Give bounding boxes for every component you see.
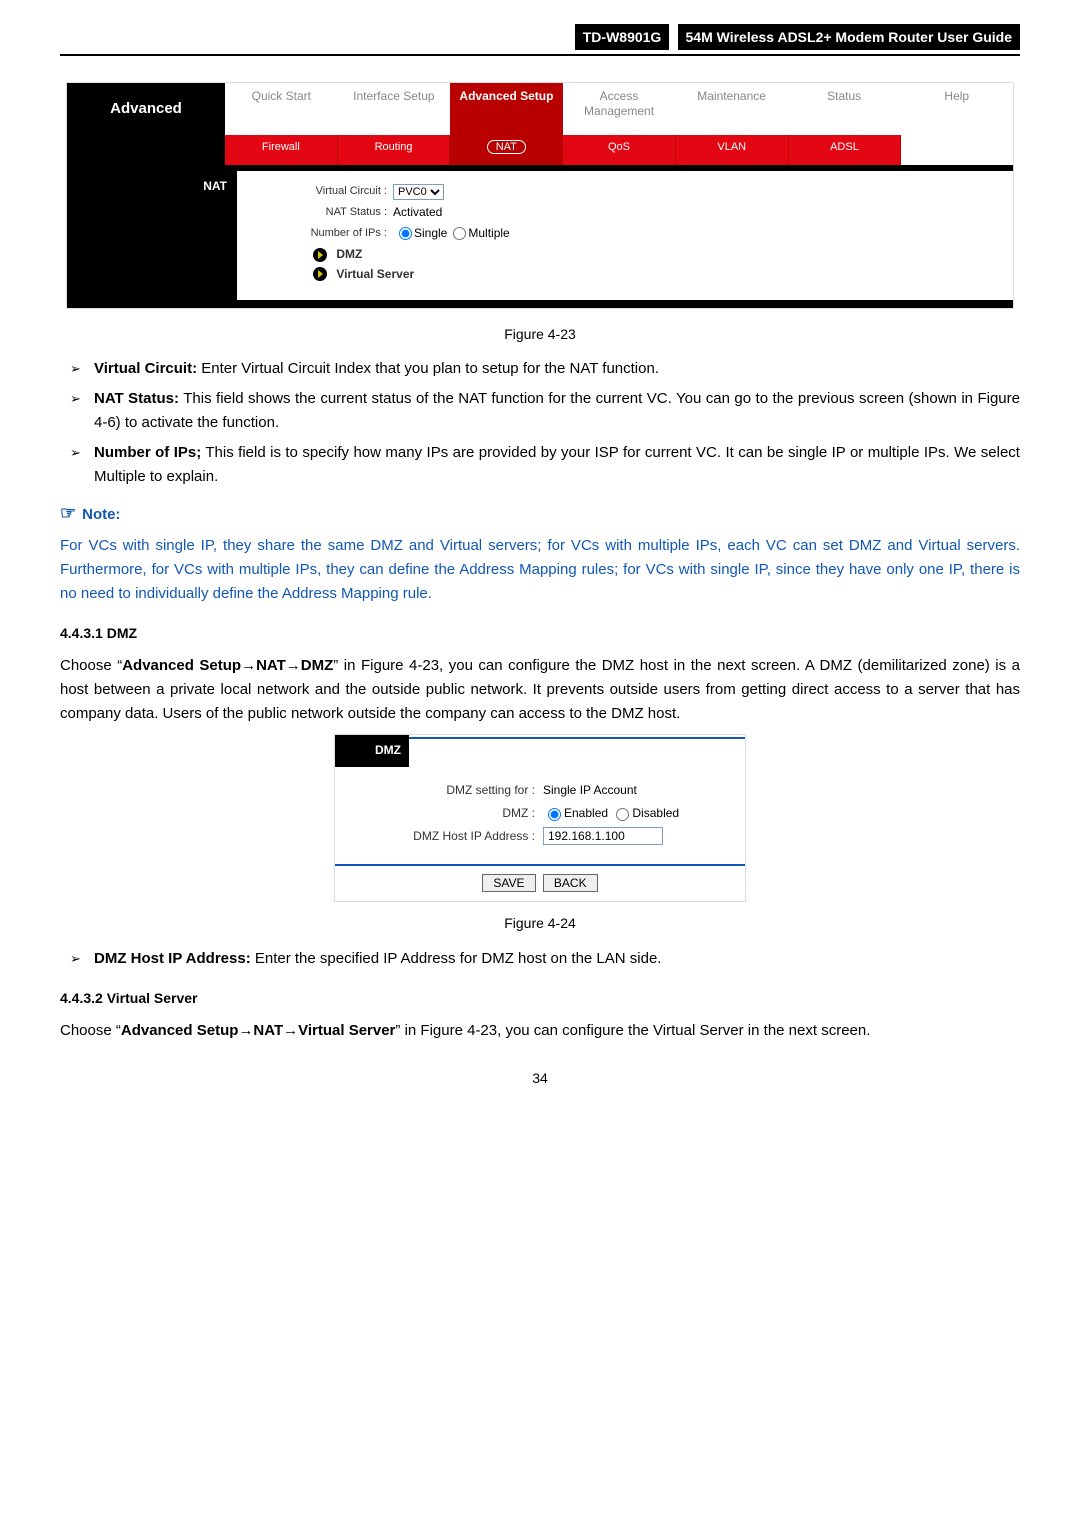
heading-dmz: 4.4.3.1 DMZ <box>60 622 1020 644</box>
link-virtual-server[interactable]: Virtual Server <box>313 265 1003 284</box>
screenshot-dmz-page: DMZ DMZ setting for : Single IP Account … <box>334 734 746 902</box>
note-header: ☞Note: <box>60 499 1020 528</box>
dmz-label: DMZ : <box>345 804 543 823</box>
dmz-host-ip-input[interactable] <box>543 827 663 845</box>
fig23-bullets: Virtual Circuit: Enter Virtual Circuit I… <box>60 357 1020 489</box>
nat-body: NAT Virtual Circuit : PVC0 NAT Status : … <box>67 171 1013 299</box>
figure-23-caption: Figure 4-23 <box>60 323 1020 345</box>
bullet-number-of-ips: Number of IPs; This field is to specify … <box>70 441 1020 489</box>
model-badge: TD-W8901G <box>575 24 670 50</box>
guide-title: 54M Wireless ADSL2+ Modem Router User Gu… <box>678 24 1021 50</box>
page-number: 34 <box>60 1067 1020 1089</box>
section-label: NAT <box>67 171 237 299</box>
note-body: For VCs with single IP, they share the s… <box>60 534 1020 606</box>
dmz-side-label: DMZ <box>335 735 409 766</box>
dmz-paragraph: Choose “Advanced Setup→NAT→DMZ” in Figur… <box>60 654 1020 726</box>
link-dmz[interactable]: DMZ <box>313 245 1003 264</box>
subnav-adsl[interactable]: ADSL <box>789 135 902 165</box>
document-header: TD-W8901G 54M Wireless ADSL2+ Modem Rout… <box>60 24 1020 56</box>
screenshot-nat-page: Advanced Quick Start Interface Setup Adv… <box>66 82 1014 308</box>
subnav-vlan[interactable]: VLAN <box>676 135 789 165</box>
nav-status[interactable]: Status <box>788 83 901 135</box>
bullet-nat-status: NAT Status: This field shows the current… <box>70 387 1020 435</box>
subnav-spacer <box>901 135 1013 165</box>
nat-status-value: Activated <box>393 203 442 222</box>
subnav-nat[interactable]: NAT <box>450 135 563 165</box>
radio-multiple-label: Multiple <box>468 224 509 243</box>
nav-interface-setup[interactable]: Interface Setup <box>338 83 451 135</box>
nav-help[interactable]: Help <box>900 83 1013 135</box>
radio-disabled[interactable] <box>616 808 629 821</box>
virtual-circuit-select[interactable]: PVC0 <box>393 184 444 200</box>
dmz-header-line <box>409 737 745 766</box>
back-button[interactable]: BACK <box>543 874 598 892</box>
radio-enabled[interactable] <box>548 808 561 821</box>
dmz-setting-for-label: DMZ setting for : <box>345 781 543 800</box>
bullet-dmz-host-ip: DMZ Host IP Address: Enter the specified… <box>70 947 1020 971</box>
fig24-bullets: DMZ Host IP Address: Enter the specified… <box>60 947 1020 971</box>
heading-virtual-server: 4.4.3.2 Virtual Server <box>60 987 1020 1009</box>
nav-advanced-setup[interactable]: Advanced Setup <box>450 83 563 135</box>
bullet-virtual-circuit: Virtual Circuit: Enter Virtual Circuit I… <box>70 357 1020 381</box>
bottom-bar <box>67 300 1013 308</box>
arrow-icon <box>313 248 327 262</box>
figure-24-caption: Figure 4-24 <box>60 912 1020 934</box>
radio-single-label: Single <box>414 224 447 243</box>
nav-maintenance[interactable]: Maintenance <box>675 83 788 135</box>
radio-enabled-label: Enabled <box>564 804 608 823</box>
arrow-icon <box>313 267 327 281</box>
nav-access-management[interactable]: Access Management <box>563 83 676 135</box>
dmz-setting-for-value: Single IP Account <box>543 781 637 800</box>
sub-nav-row: Firewall Routing NAT QoS VLAN ADSL <box>67 135 1013 165</box>
nat-status-label: NAT Status : <box>247 204 393 222</box>
save-button[interactable]: SAVE <box>482 874 535 892</box>
radio-single[interactable] <box>399 227 412 240</box>
subnav-routing[interactable]: Routing <box>338 135 451 165</box>
sidebar-title: Advanced <box>67 83 225 135</box>
subnav-firewall[interactable]: Firewall <box>225 135 338 165</box>
radio-multiple[interactable] <box>453 227 466 240</box>
subnav-qos[interactable]: QoS <box>563 135 676 165</box>
vc-label: Virtual Circuit : <box>247 183 393 201</box>
pointer-icon: ☞ <box>60 503 76 523</box>
vs-paragraph: Choose “Advanced Setup→NAT→Virtual Serve… <box>60 1019 1020 1043</box>
main-nav-row: Advanced Quick Start Interface Setup Adv… <box>67 83 1013 135</box>
num-ips-label: Number of IPs : <box>247 225 393 243</box>
dmz-host-ip-label: DMZ Host IP Address : <box>345 827 543 846</box>
radio-disabled-label: Disabled <box>632 804 679 823</box>
nav-quick-start[interactable]: Quick Start <box>225 83 338 135</box>
